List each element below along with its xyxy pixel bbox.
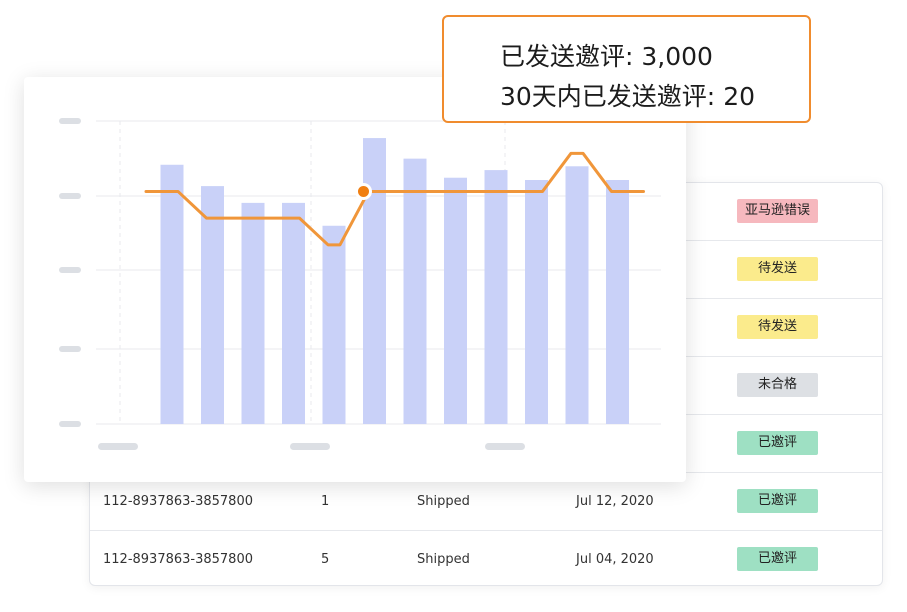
bar-5 — [322, 225, 346, 424]
bar-8 — [444, 177, 467, 424]
bar-11 — [565, 166, 589, 424]
chart-card — [24, 77, 686, 482]
bar-2 — [201, 186, 224, 424]
highlight-point — [355, 182, 372, 200]
tooltip-recent-line: 30天内已发送邀评: 20 — [500, 77, 755, 113]
chart-tooltip: 已发送邀评: 3,000 30天内已发送邀评: 20 — [442, 15, 811, 123]
review-status-badge: 亚马逊错误 — [737, 199, 818, 223]
tooltip-sent-label: 已发送邀评: — [500, 42, 634, 71]
tooltip-recent-label: 30天内已发送邀评: — [500, 82, 716, 111]
review-status-badge: 已邀评 — [737, 547, 818, 571]
y-tick-placeholder — [59, 118, 81, 124]
review-status-badge: 已邀评 — [737, 431, 818, 455]
y-tick-placeholder — [59, 267, 81, 273]
tooltip-sent-line: 已发送邀评: 3,000 — [500, 37, 713, 73]
bar-9 — [484, 170, 508, 424]
tooltip-sent-value: 3,000 — [641, 42, 713, 71]
tooltip-recent-value: 20 — [723, 82, 756, 111]
bar-4 — [282, 202, 305, 424]
x-tick-placeholder — [98, 443, 138, 450]
y-tick-placeholder — [59, 193, 81, 199]
x-tick-placeholder — [485, 443, 525, 450]
bar-7 — [403, 158, 427, 424]
bar-12 — [606, 180, 629, 424]
y-tick-placeholder — [59, 421, 81, 427]
y-tick-placeholder — [59, 346, 81, 352]
bar-1 — [160, 164, 184, 424]
ship-status-cell: Shipped — [417, 552, 470, 567]
bar-3 — [241, 202, 265, 424]
order-id-cell: 112-8937863-3857800 — [103, 552, 253, 567]
review-status-badge: 待发送 — [737, 257, 818, 281]
quantity-cell: 5 — [321, 552, 330, 567]
order-date-cell: Jul 04, 2020 — [576, 552, 654, 567]
table-row[interactable]: 112-8937863-3857800 5 Shipped Jul 04, 2020 已… — [90, 531, 882, 589]
bar-6 — [363, 138, 386, 424]
x-tick-placeholder — [290, 443, 330, 450]
bar-10 — [525, 180, 548, 424]
review-chart — [59, 118, 661, 450]
review-status-badge: 待发送 — [737, 315, 818, 339]
review-status-badge: 未合格 — [737, 373, 818, 397]
review-status-badge: 已邀评 — [737, 489, 818, 513]
